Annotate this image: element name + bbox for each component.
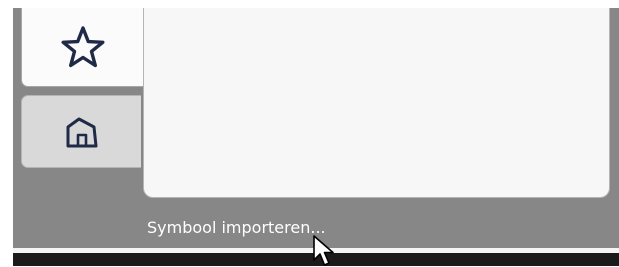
home-icon — [66, 117, 97, 147]
tab-favorites[interactable] — [21, 8, 143, 87]
tab-home[interactable] — [21, 95, 141, 168]
import-symbol-link[interactable]: Symbool importeren... — [147, 218, 326, 238]
mouse-pointer-icon — [313, 235, 334, 266]
symbol-panel: Symbool importeren... — [13, 8, 619, 248]
symbol-content-panel — [143, 8, 610, 198]
star-icon — [61, 26, 104, 68]
